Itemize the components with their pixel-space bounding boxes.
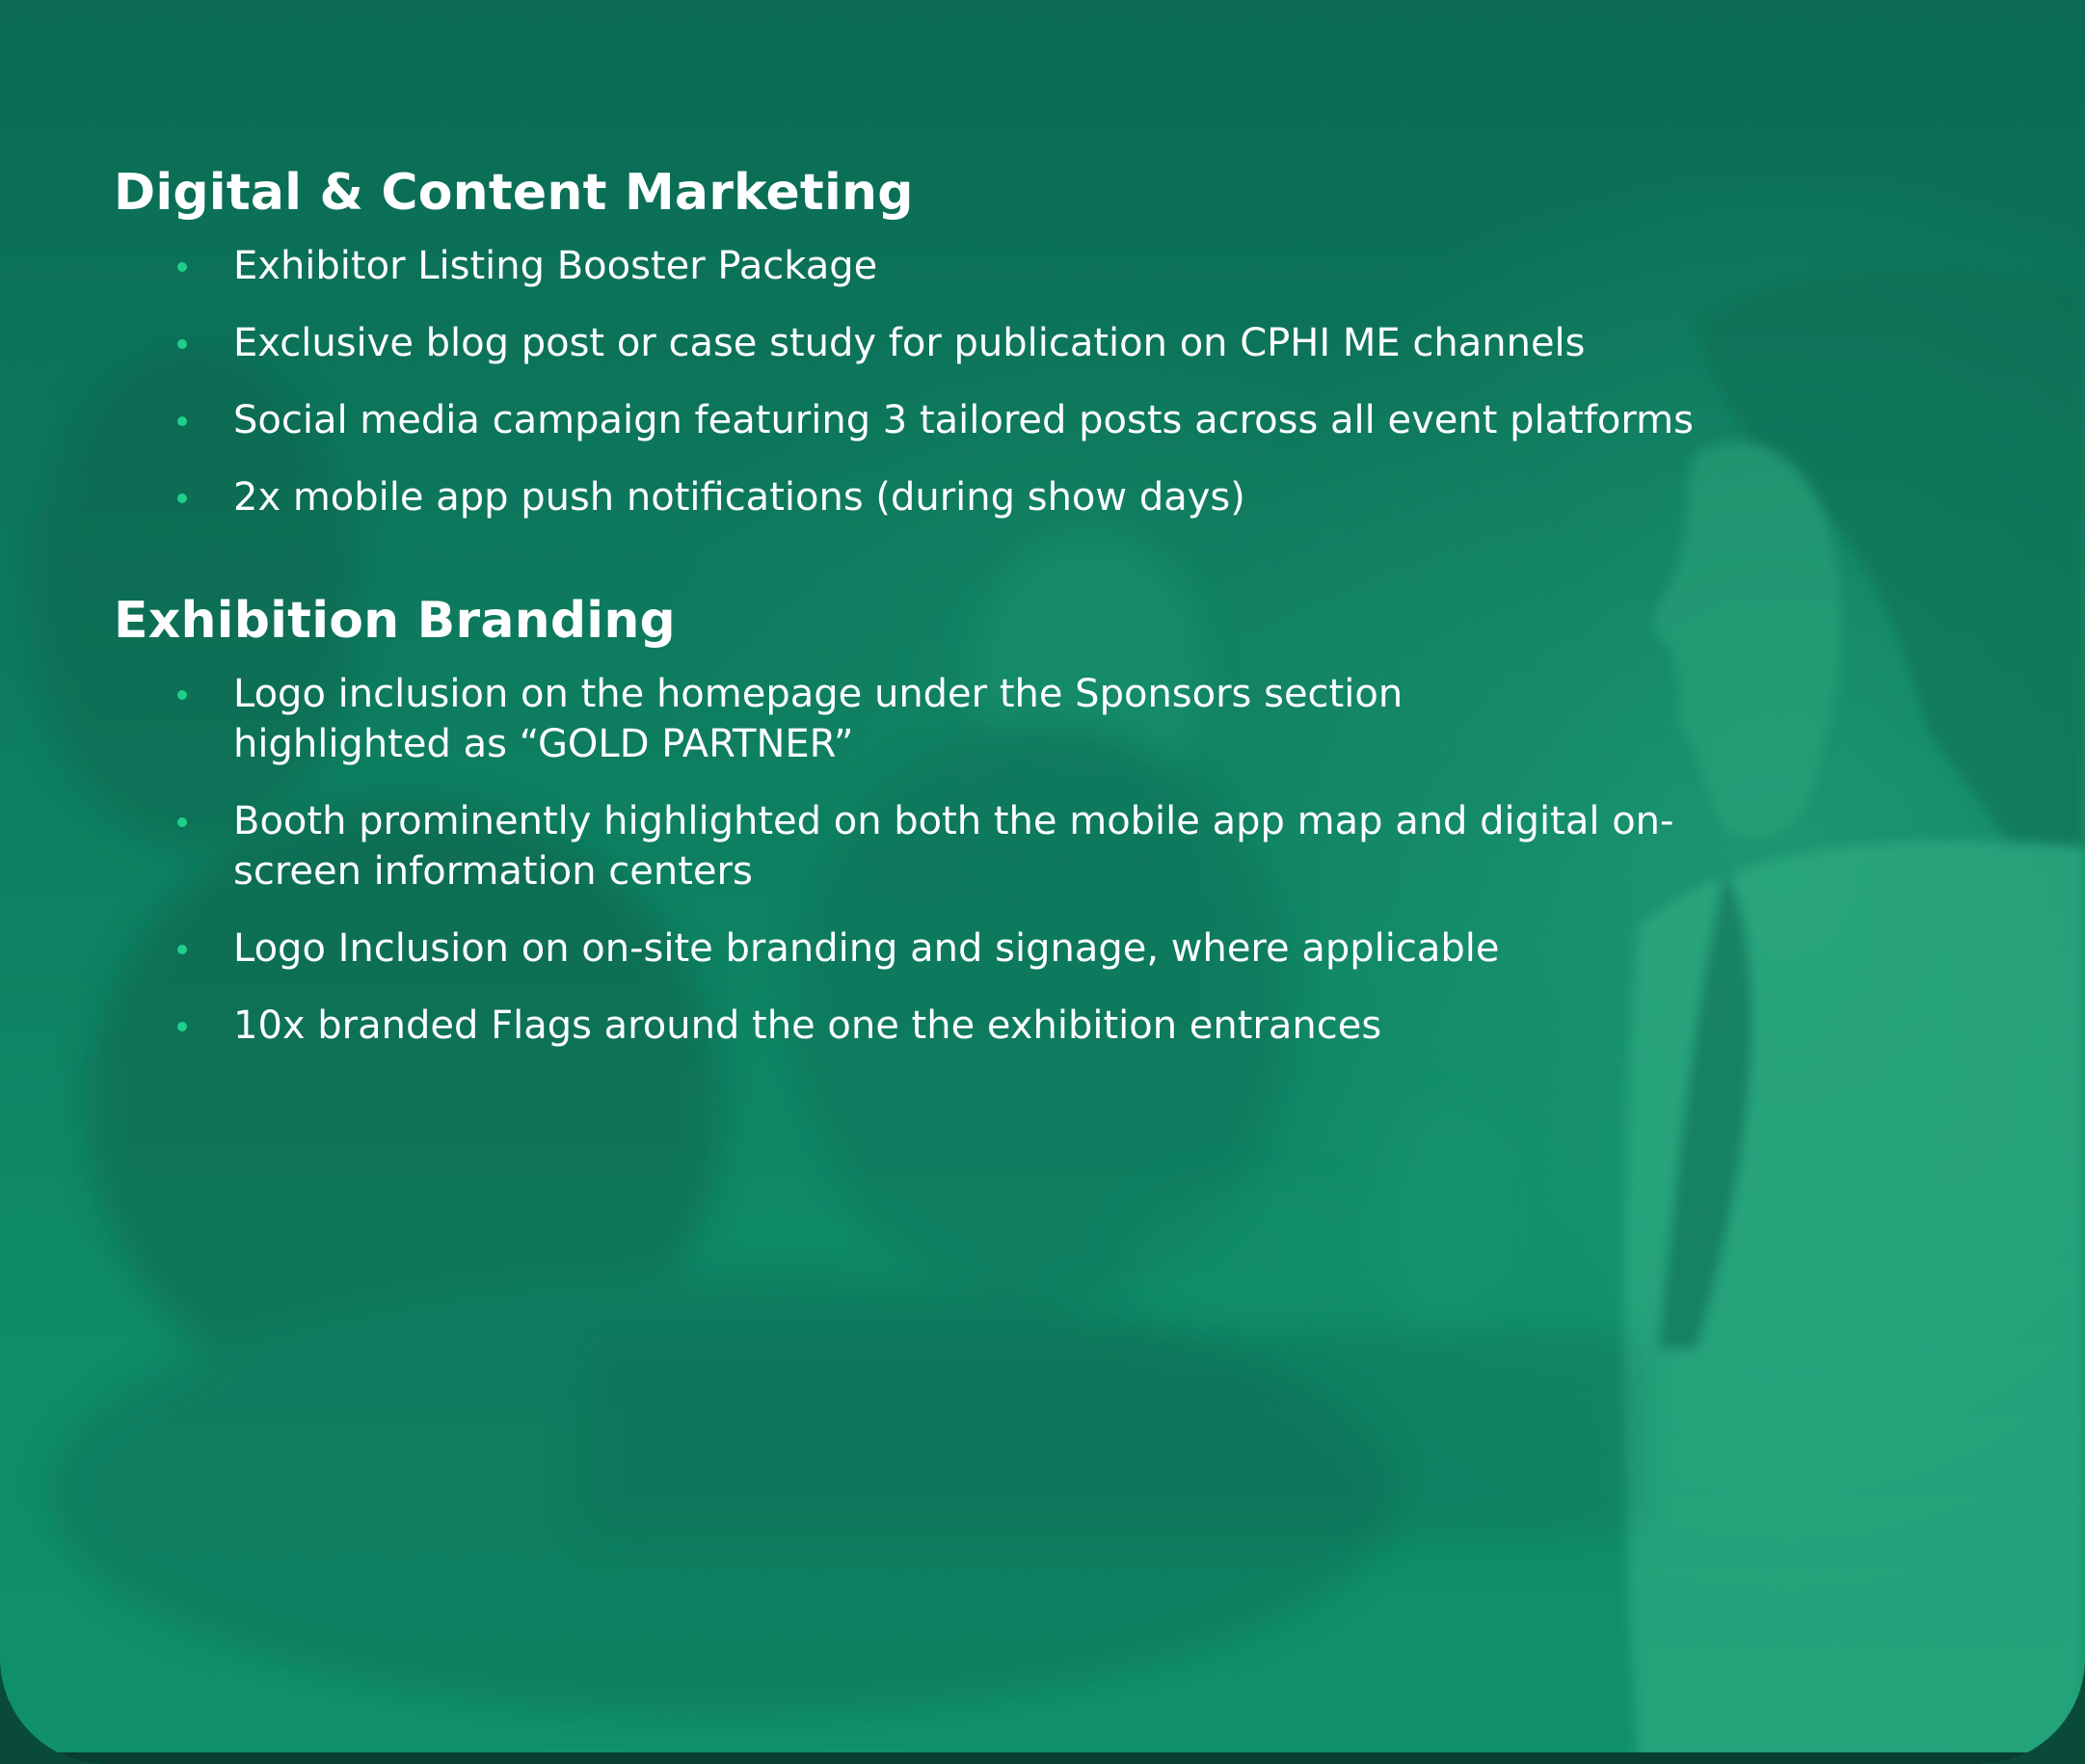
list-item: Booth prominently highlighted on both th…: [177, 796, 1795, 896]
bullet-dot-icon: [177, 339, 187, 349]
bullet-dot-icon: [177, 817, 187, 827]
bullet-dot-icon: [177, 494, 187, 503]
section-heading: Digital & Content Marketing: [114, 164, 914, 222]
list-item-text: Logo inclusion on the homepage under the…: [233, 672, 1403, 766]
bullet-dot-icon: [177, 262, 187, 272]
slide: Digital & Content Marketing Exhibitor Li…: [0, 0, 2085, 1764]
bullet-dot-icon: [177, 945, 187, 954]
bullet-list: Logo inclusion on the homepage under the…: [114, 669, 1849, 1051]
list-item: Exhibitor Listing Booster Package: [177, 241, 1849, 291]
bottom-strip: [0, 1752, 2085, 1764]
list-item: 2x mobile app push notifications (during…: [177, 472, 1849, 522]
list-item: Exclusive blog post or case study for pu…: [177, 318, 1849, 368]
bullet-dot-icon: [177, 416, 187, 426]
section-digital-content-marketing: Digital & Content Marketing Exhibitor Li…: [114, 154, 1849, 522]
list-item: Logo inclusion on the homepage under the…: [177, 669, 1544, 769]
list-item-text: Logo Inclusion on on-site branding and s…: [233, 926, 1500, 971]
list-item: Logo Inclusion on on-site branding and s…: [177, 923, 1849, 974]
list-item-text: Exclusive blog post or case study for pu…: [233, 321, 1586, 365]
list-item: 10x branded Flags around the one the exh…: [177, 1001, 1849, 1051]
list-item-text: 2x mobile app push notifications (during…: [233, 475, 1245, 520]
list-item: Social media campaign featuring 3 tailor…: [177, 395, 1737, 445]
bullet-dot-icon: [177, 1022, 187, 1031]
list-item-text: Social media campaign featuring 3 tailor…: [233, 398, 1694, 442]
content: Digital & Content Marketing Exhibitor Li…: [114, 154, 1849, 1051]
bullet-dot-icon: [177, 690, 187, 700]
list-item-text: Booth prominently highlighted on both th…: [233, 799, 1674, 894]
section-heading: Exhibition Branding: [114, 592, 676, 650]
list-item-text: Exhibitor Listing Booster Package: [233, 244, 878, 288]
section-exhibition-branding: Exhibition Branding Logo inclusion on th…: [114, 582, 1849, 1051]
list-item-text: 10x branded Flags around the one the exh…: [233, 1003, 1382, 1048]
bullet-list: Exhibitor Listing Booster Package Exclus…: [114, 241, 1849, 522]
